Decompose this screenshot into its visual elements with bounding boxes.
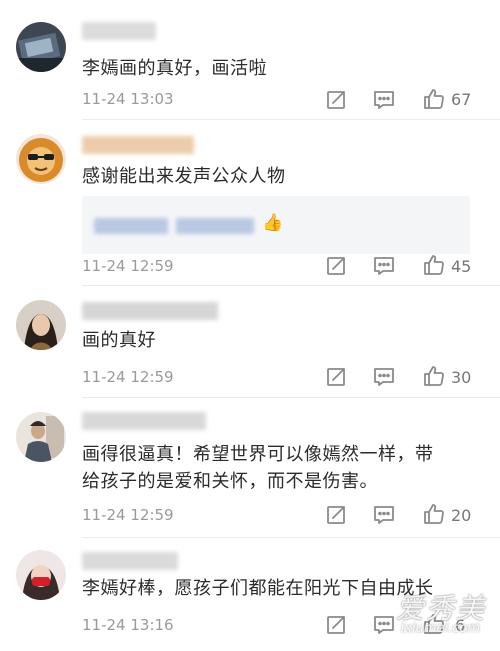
username-blurred[interactable] [82,22,156,40]
share-icon[interactable] [324,365,348,389]
share-icon[interactable] [324,88,348,112]
username-blurred[interactable] [82,552,178,570]
avatar[interactable] [16,300,66,350]
share-icon[interactable] [324,613,348,637]
share-icon[interactable] [324,254,348,278]
comment-time: 11-24 12:59 [82,506,174,524]
watermark-domain: ixiumei.com [400,621,480,636]
avatar[interactable] [16,134,66,184]
avatar[interactable] [16,412,66,462]
thumbs-up-icon[interactable] [422,253,446,277]
comment-icon[interactable] [372,254,396,278]
avatar[interactable] [16,550,66,600]
quoted-text-blurred [176,218,254,234]
comment-text: 李嫣画的真好，画活啦 [82,58,267,79]
comment-text: 画的真好 [82,330,156,351]
thumbs-up-icon[interactable] [422,502,446,526]
thumbs-up-icon[interactable] [422,87,446,111]
username-blurred[interactable] [82,136,194,154]
site-watermark: 爱秀美 ixiumei.com [356,587,486,643]
comment-icon[interactable] [372,88,396,112]
comment-time: 11-24 12:59 [82,368,174,386]
comment-item: 画的真好 11-24 12:59 30 [0,286,500,398]
comment-item: 李嫣画的真好，画活啦 11-24 13:03 67 [0,0,500,120]
like-count: 45 [451,257,472,276]
comment-icon[interactable] [372,503,396,527]
quoted-reply[interactable]: 👍 [82,196,470,254]
comment-item: 画得很逼真！希望世界可以像嫣然一样，带 给孩子的是爱和关怀，而不是伤害。 11-… [0,398,500,538]
avatar[interactable] [16,22,66,72]
username-blurred[interactable] [82,412,206,430]
comment-icon[interactable] [372,365,396,389]
thumbs-up-emoji: 👍 [262,213,284,233]
like-count: 30 [451,368,472,387]
comment-text-line2: 给孩子的是爱和关怀，而不是伤害。 [82,471,378,492]
quoted-text-blurred [94,218,168,234]
comment-time: 11-24 12:59 [82,257,174,275]
comment-text: 感谢能出来发声公众人物 [82,166,286,187]
comment-time: 11-24 13:16 [82,616,174,634]
like-count: 20 [451,506,472,525]
thumbs-up-icon[interactable] [422,364,446,388]
like-count: 67 [451,90,472,109]
share-icon[interactable] [324,503,348,527]
comment-item: 感谢能出来发声公众人物 👍 11-24 12:59 45 [0,120,500,286]
username-blurred[interactable] [82,302,218,320]
comment-time: 11-24 13:03 [82,90,174,108]
